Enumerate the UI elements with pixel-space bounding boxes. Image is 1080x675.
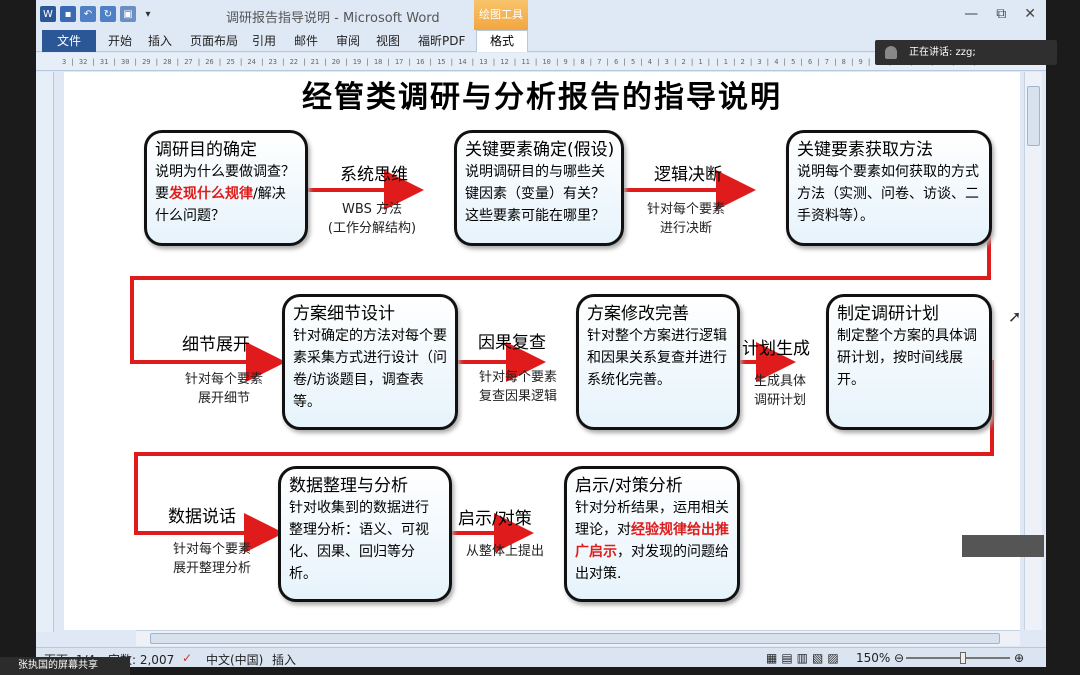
box-text: 针对确定的方法对每个要素采集方式进行设计（问卷/访谈题目，调查表等。: [293, 328, 447, 410]
connector-label-detail-expand: 细节展开: [182, 335, 250, 355]
tab-format[interactable]: 格式: [476, 30, 528, 52]
tab-foxit-pdf[interactable]: 福昕PDF: [418, 32, 465, 49]
box-plan-refine[interactable]: 方案修改完善 针对整个方案进行逻辑和因果关系复查并进行系统化完善。: [576, 294, 740, 430]
box-data-analysis[interactable]: 数据整理与分析 针对收集到的数据进行整理分析：语义、可视化、因果、回归等分析。: [278, 466, 452, 602]
print-preview-icon[interactable]: ▣: [120, 6, 136, 22]
box-key-factors[interactable]: 关键要素确定(假设) 说明调研目的与哪些关键因素（变量）有关？这些要素可能在哪里…: [454, 130, 624, 246]
language[interactable]: 中文(中国): [206, 651, 263, 668]
box-plan-design[interactable]: 方案细节设计 针对确定的方法对每个要素采集方式进行设计（问卷/访谈题目，调查表等…: [282, 294, 458, 430]
box-title: 方案修改完善: [587, 304, 689, 324]
connector-sub-decide: 针对每个要素 进行决断: [646, 202, 725, 236]
box-text: 针对整个方案进行逻辑和因果关系复查并进行系统化完善。: [587, 328, 727, 388]
restore-icon[interactable]: ⧉: [996, 6, 1006, 22]
box-title: 数据整理与分析: [289, 476, 408, 496]
title-bar: W ▪ ↶ ↻ ▣ ▾ 调研报告指导说明 - Microsoft Word 绘图…: [36, 0, 1046, 30]
connector-sub-review: 针对每个要素 复查因果逻辑: [478, 370, 557, 404]
save-icon[interactable]: ▪: [60, 6, 76, 22]
box-text: 针对分析结果，运用相关理论，对经验规律给出推广启示，对发现的问题给出对策.: [575, 500, 729, 582]
document-page[interactable]: 经管类调研与分析报告的指导说明 调研目的确定 说明为什么要做调查？要发现什么规律…: [64, 72, 1020, 630]
zoom-out-icon[interactable]: ⊖: [894, 651, 904, 665]
connector-sub-overall: 从整体上提出: [465, 544, 544, 559]
connector-label-data-speak: 数据说话: [168, 507, 236, 527]
connector-label-insight: 启示/对策: [458, 509, 532, 529]
undo-icon[interactable]: ↶: [80, 6, 96, 22]
word-window: W ▪ ↶ ↻ ▣ ▾ 调研报告指导说明 - Microsoft Word 绘图…: [36, 0, 1046, 667]
connector-label-cause-review: 因果复查: [478, 333, 546, 353]
box-text: 说明每个要素如何获取的方式方法（实测、问卷、访谈、二手资料等）。: [797, 164, 979, 224]
screen-share-label: 张执国的屏幕共享: [18, 660, 98, 671]
tab-home[interactable]: 开始: [108, 32, 132, 49]
connector-sub-wbs: WBS 方法 (工作分解结构): [327, 202, 417, 236]
box-title: 制定调研计划: [837, 304, 939, 324]
word-logo-icon[interactable]: W: [40, 6, 56, 22]
drawing-tools-header: 绘图工具: [474, 0, 528, 30]
tab-view[interactable]: 视图: [376, 32, 400, 49]
box-text: 制定整个方案的具体调研计划，按时间线展开。: [837, 328, 977, 388]
box-acquisition-method[interactable]: 关键要素获取方法 说明每个要素如何获取的方式方法（实测、问卷、访谈、二手资料等）…: [786, 130, 992, 246]
view-buttons-icon[interactable]: ▦▤▥▧▨: [766, 651, 843, 665]
tab-review[interactable]: 审阅: [336, 32, 360, 49]
box-title: 调研目的确定: [155, 140, 257, 160]
box-title: 关键要素确定(假设): [465, 140, 615, 160]
box-text: 说明为什么要做调查？要发现什么规律/解决什么问题？: [155, 164, 295, 224]
zoom-in-icon[interactable]: ⊕: [1014, 651, 1024, 665]
speaking-text: 正在讲话: zzg;: [909, 47, 976, 58]
proofing-icon[interactable]: ✓: [182, 651, 192, 665]
microphone-icon: [885, 46, 897, 59]
document-title: 经管类调研与分析报告的指导说明: [302, 80, 782, 115]
box-title: 方案细节设计: [293, 304, 395, 324]
box-title: 关键要素获取方法: [797, 140, 933, 160]
tab-references[interactable]: 引用: [252, 32, 276, 49]
customize-toolbar-icon[interactable]: ▾: [140, 6, 156, 22]
connector-label-plan-generation: 计划生成: [742, 339, 810, 359]
vertical-ruler[interactable]: [36, 72, 54, 632]
close-icon[interactable]: ✕: [1024, 6, 1036, 22]
tab-page-layout[interactable]: 页面布局: [190, 32, 238, 49]
connector-label-logic-decision: 逻辑决断: [654, 165, 722, 185]
speaking-indicator: 正在讲话: zzg;: [875, 40, 1057, 65]
tab-insert[interactable]: 插入: [148, 32, 172, 49]
tab-file[interactable]: 文件: [42, 30, 96, 52]
box-title: 启示/对策分析: [575, 476, 683, 496]
box-research-plan[interactable]: 制定调研计划 制定整个方案的具体调研计划，按时间线展开。: [826, 294, 992, 430]
box-insight-strategy[interactable]: 启示/对策分析 针对分析结果，运用相关理论，对经验规律给出推广启示，对发现的问题…: [564, 466, 740, 602]
tab-mailings[interactable]: 邮件: [294, 32, 318, 49]
redo-icon[interactable]: ↻: [100, 6, 116, 22]
window-title: 调研报告指导说明 - Microsoft Word: [226, 11, 440, 26]
screen-share-badge: 张执国的屏幕共享: [0, 657, 130, 675]
status-bar: 页面: 1/4 字数: 2,007 ✓ 中文(中国) 插入 ▦▤▥▧▨ 150%…: [36, 647, 1046, 667]
minimize-icon[interactable]: —: [964, 6, 978, 22]
vertical-scroll-thumb[interactable]: [1027, 86, 1040, 146]
connector-sub-analyze: 针对每个要素 展开整理分析: [172, 542, 251, 576]
window-controls: — ⧉ ✕: [964, 6, 1036, 22]
zoom-slider-knob[interactable]: [960, 652, 966, 664]
box-text: 说明调研目的与哪些关键因素（变量）有关？这些要素可能在哪里？: [465, 164, 605, 224]
connector-sub-plan: 生成具体 调研计划: [753, 374, 806, 408]
box-text: 针对收集到的数据进行整理分析：语义、可视化、因果、回归等分析。: [289, 500, 429, 582]
horizontal-scrollbar[interactable]: [136, 630, 1020, 646]
box-research-purpose[interactable]: 调研目的确定 说明为什么要做调查？要发现什么规律/解决什么问题？: [144, 130, 308, 246]
overlay-panel: [962, 535, 1044, 557]
zoom-slider[interactable]: [906, 657, 1010, 659]
quick-access-toolbar: W ▪ ↶ ↻ ▣ ▾: [40, 6, 156, 22]
horizontal-scroll-thumb[interactable]: [150, 633, 1000, 644]
mouse-pointer-icon: ➚: [1008, 307, 1020, 326]
connector-sub-expand: 针对每个要素 展开细节: [184, 372, 263, 406]
connector-label-systems-thinking: 系统思维: [340, 165, 408, 185]
insert-mode[interactable]: 插入: [272, 651, 296, 668]
zoom-level[interactable]: 150%: [856, 651, 890, 665]
